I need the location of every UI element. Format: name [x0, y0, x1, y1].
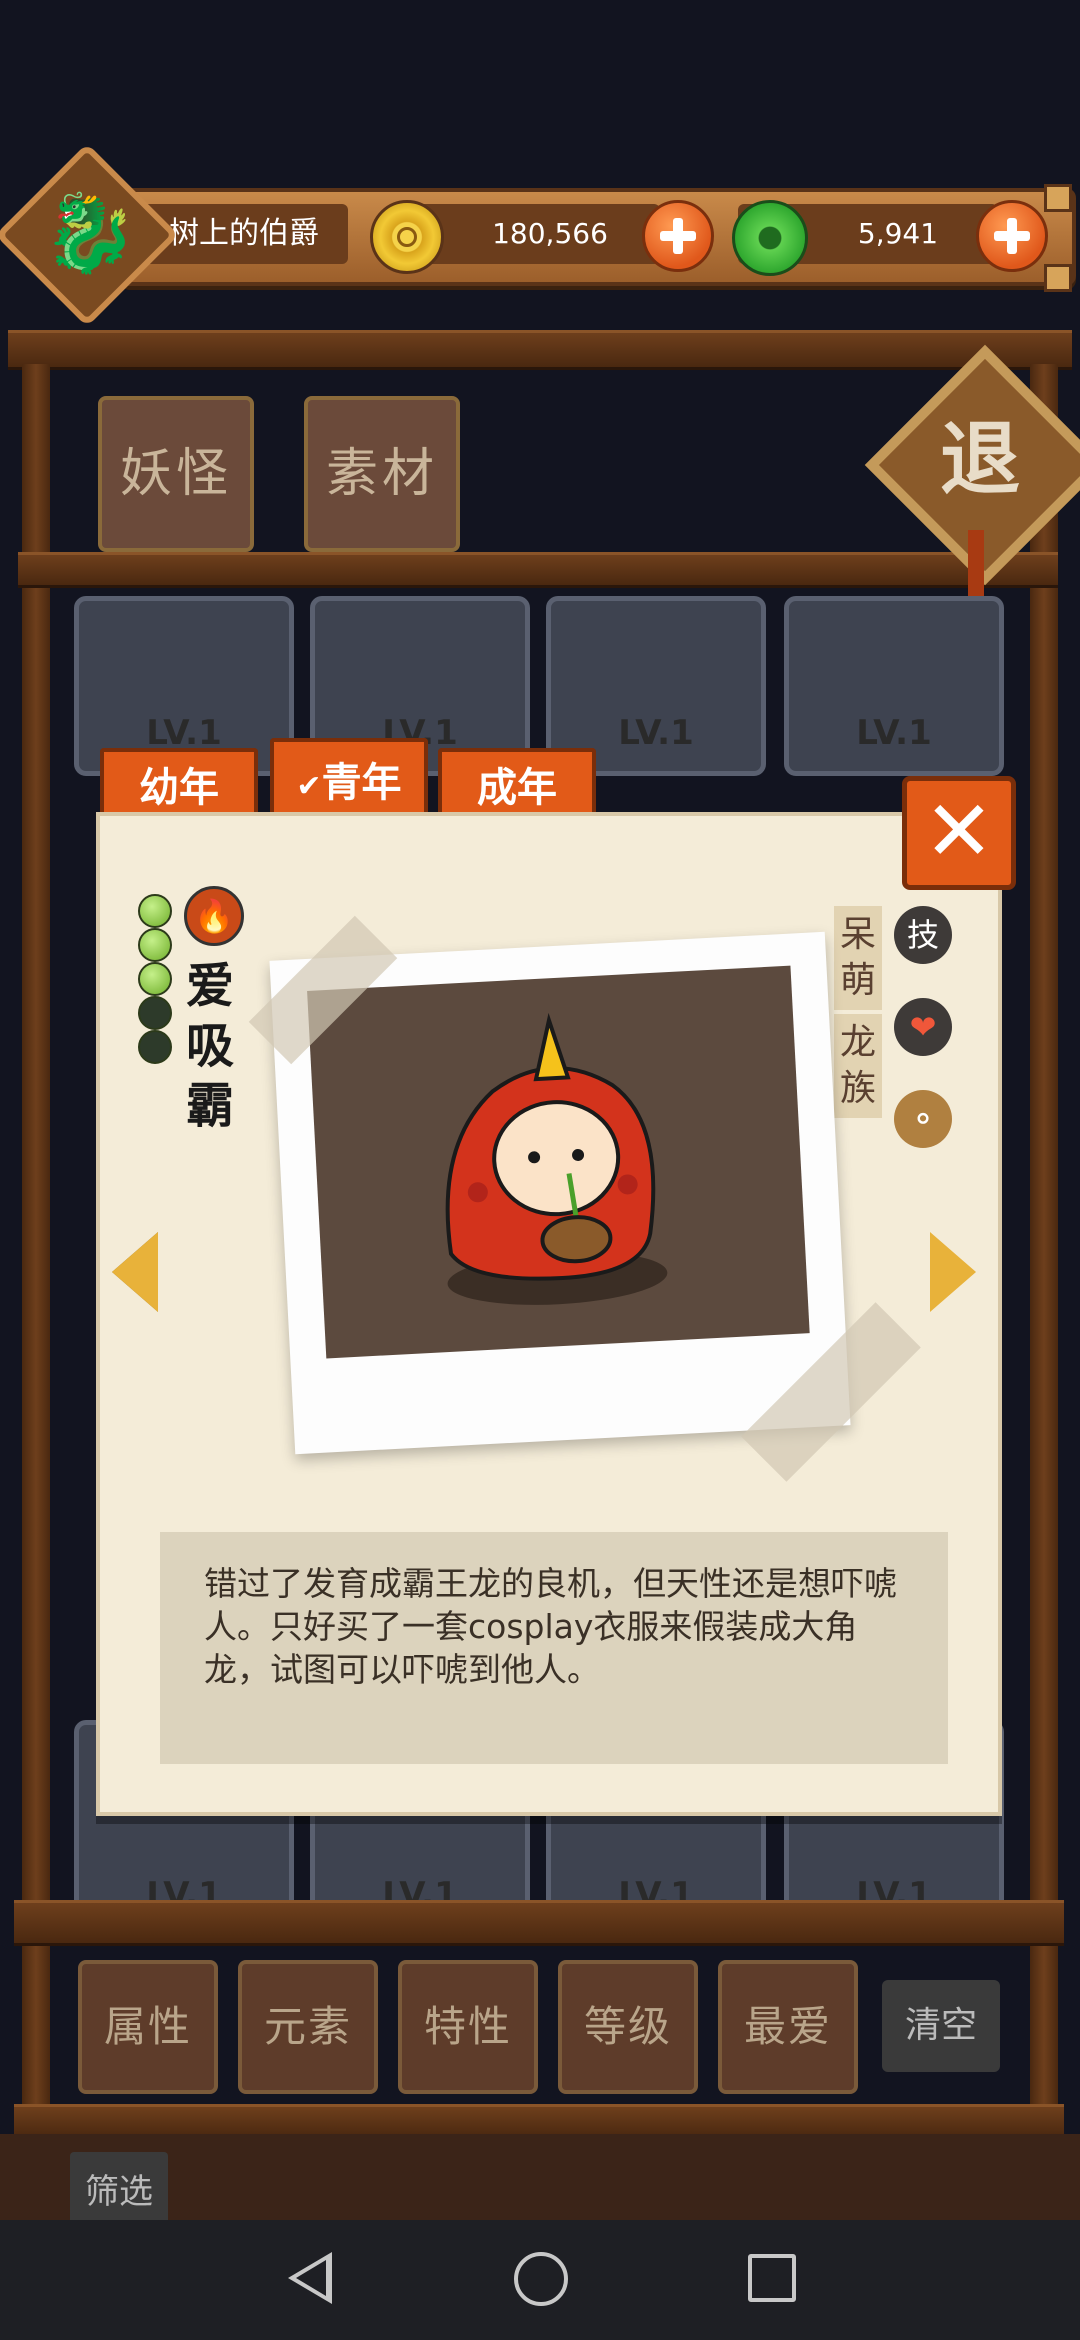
monster-slot[interactable]: LV.1: [784, 596, 1004, 776]
fire-icon: 🔥: [184, 886, 244, 946]
add-jade-button[interactable]: [976, 200, 1048, 272]
monster-description: 错过了发育成霸王龙的良机，但天性还是想吓唬人。只好买了一套cosplay衣服来假…: [160, 1532, 948, 1764]
slot-level: LV.1: [146, 713, 222, 753]
slot-level: LV.1: [856, 713, 932, 753]
skill-button[interactable]: 技: [894, 906, 952, 964]
monster-illustration: [445, 1012, 668, 1305]
monster-name-char: 霸: [185, 1078, 234, 1134]
rarity-dot-empty: [138, 1030, 172, 1064]
home-icon[interactable]: [514, 2252, 568, 2306]
trait-char: 呆: [839, 914, 876, 955]
avatar-icon: 🐉: [42, 188, 138, 277]
monster-name-char: 爱: [185, 958, 234, 1014]
trait-char: 族: [839, 1068, 876, 1109]
trait-tag-dragon: 龙 族: [834, 1014, 882, 1118]
previous-arrow-icon[interactable]: [112, 1232, 158, 1312]
shelf-post: [22, 364, 50, 2124]
tab-monsters[interactable]: 妖怪: [98, 396, 254, 552]
filter-attribute-button[interactable]: 属性: [78, 1960, 218, 2094]
rarity-dot-filled: [138, 894, 172, 928]
favorite-heart-icon[interactable]: ❤: [894, 998, 952, 1056]
jade-coin-icon: [732, 200, 808, 276]
back-icon[interactable]: [288, 2252, 332, 2304]
share-icon[interactable]: ⚬: [894, 1090, 952, 1148]
clear-button[interactable]: 清空: [882, 1980, 1000, 2072]
close-button[interactable]: ✕: [902, 776, 1016, 890]
shelf-beam: [8, 330, 1072, 370]
monster-photo: [269, 931, 851, 1455]
shelf-beam: [14, 1900, 1064, 1946]
trait-char: 萌: [839, 960, 876, 1001]
filter-trait-button[interactable]: 特性: [398, 1960, 538, 2094]
gold-coin-icon: [370, 200, 444, 274]
check-icon: ✔: [296, 769, 322, 804]
rarity-dot-filled: [138, 928, 172, 962]
trait-char: 龙: [839, 1022, 876, 1063]
corner-ornament: [1044, 184, 1072, 212]
monster-name: 爱 吸 霸: [180, 956, 240, 1136]
filter-level-button[interactable]: 等级: [558, 1960, 698, 2094]
tab-age-youth-label: 青年: [321, 760, 402, 806]
photo-background: [307, 965, 810, 1359]
shelf-beam: [18, 552, 1058, 588]
corner-ornament: [1044, 264, 1072, 292]
trait-tag-cute: 呆 萌: [834, 906, 882, 1010]
rarity-dot-filled: [138, 962, 172, 996]
recent-apps-icon[interactable]: [748, 2254, 796, 2302]
shelf-post: [1030, 364, 1058, 2124]
filter-favorite-button[interactable]: 最爱: [718, 1960, 858, 2094]
filter-element-button[interactable]: 元素: [238, 1960, 378, 2094]
exit-label[interactable]: 退: [915, 405, 1045, 515]
rarity-dot-empty: [138, 996, 172, 1030]
monster-name-char: 吸: [185, 1018, 234, 1074]
next-arrow-icon[interactable]: [930, 1232, 976, 1312]
tab-materials[interactable]: 素材: [304, 396, 460, 552]
slot-level: LV.1: [618, 713, 694, 753]
add-coins-button[interactable]: [642, 200, 714, 272]
